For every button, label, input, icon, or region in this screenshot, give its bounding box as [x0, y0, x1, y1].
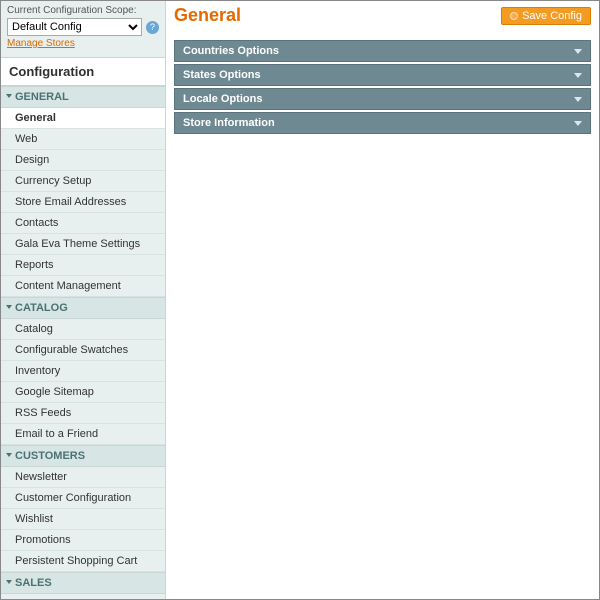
- nav-item-content-management[interactable]: Content Management: [1, 276, 165, 297]
- nav-item-general[interactable]: General: [1, 108, 165, 129]
- group-header-customers[interactable]: CUSTOMERS: [1, 445, 165, 467]
- sidebar: Current Configuration Scope: Default Con…: [1, 1, 166, 599]
- nav-item-newsletter[interactable]: Newsletter: [1, 467, 165, 488]
- configuration-title: Configuration: [1, 57, 165, 86]
- chevron-down-icon: [574, 121, 582, 126]
- accordion-label: Store Information: [183, 117, 275, 129]
- accordion-locale-options[interactable]: Locale Options: [174, 88, 591, 110]
- chevron-down-icon: [574, 49, 582, 54]
- accordion-label: Locale Options: [183, 93, 262, 105]
- help-icon[interactable]: ?: [146, 21, 159, 34]
- scope-box: Current Configuration Scope: Default Con…: [1, 1, 165, 51]
- save-label: Save Config: [522, 10, 582, 22]
- group-header-sales[interactable]: SALES: [1, 572, 165, 594]
- main-panel: General Save Config Countries Options Sta…: [166, 1, 599, 599]
- nav-item-wishlist[interactable]: Wishlist: [1, 509, 165, 530]
- nav-item-currency-setup[interactable]: Currency Setup: [1, 171, 165, 192]
- group-header-general[interactable]: GENERAL: [1, 86, 165, 108]
- nav-item-catalog[interactable]: Catalog: [1, 319, 165, 340]
- chevron-down-icon: [574, 97, 582, 102]
- nav-item-reports[interactable]: Reports: [1, 255, 165, 276]
- nav-item-promotions[interactable]: Promotions: [1, 530, 165, 551]
- page-title: General: [174, 5, 241, 26]
- accordion-countries-options[interactable]: Countries Options: [174, 40, 591, 62]
- nav-item-contacts[interactable]: Contacts: [1, 213, 165, 234]
- accordion-store-information[interactable]: Store Information: [174, 112, 591, 134]
- manage-stores-link[interactable]: Manage Stores: [7, 38, 75, 49]
- nav-item-web[interactable]: Web: [1, 129, 165, 150]
- nav-item-rss-feeds[interactable]: RSS Feeds: [1, 403, 165, 424]
- nav-item-inventory[interactable]: Inventory: [1, 361, 165, 382]
- nav-item-design[interactable]: Design: [1, 150, 165, 171]
- nav-item-email-to-a-friend[interactable]: Email to a Friend: [1, 424, 165, 445]
- accordion-states-options[interactable]: States Options: [174, 64, 591, 86]
- nav-item-configurable-swatches[interactable]: Configurable Swatches: [1, 340, 165, 361]
- accordion-label: Countries Options: [183, 45, 279, 57]
- chevron-down-icon: [574, 73, 582, 78]
- nav-item-customer-configuration[interactable]: Customer Configuration: [1, 488, 165, 509]
- nav-item-google-sitemap[interactable]: Google Sitemap: [1, 382, 165, 403]
- save-config-button[interactable]: Save Config: [501, 7, 591, 25]
- scope-label: Current Configuration Scope:: [7, 5, 159, 16]
- nav-item-store-email-addresses[interactable]: Store Email Addresses: [1, 192, 165, 213]
- save-icon: [510, 12, 518, 20]
- accordion-label: States Options: [183, 69, 261, 81]
- nav-item-persistent-shopping-cart[interactable]: Persistent Shopping Cart: [1, 551, 165, 572]
- group-header-catalog[interactable]: CATALOG: [1, 297, 165, 319]
- scope-select[interactable]: Default Config: [7, 18, 142, 36]
- nav-item-sales[interactable]: Sales: [1, 594, 165, 599]
- nav-item-gala-eva-theme-settings[interactable]: Gala Eva Theme Settings: [1, 234, 165, 255]
